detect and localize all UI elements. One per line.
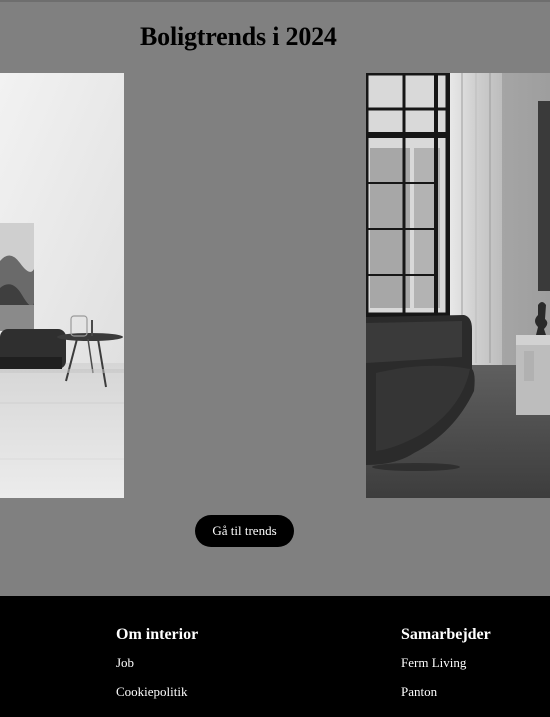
footer-link-job[interactable]: Job: [116, 655, 198, 670]
footer-column-partners: Samarbejder Ferm Living Panton: [401, 626, 491, 713]
footer: Om interior Job Cookiepolitik Samarbejde…: [0, 596, 550, 717]
footer-heading-about: Om interior: [116, 626, 199, 643]
footer-link-panton[interactable]: Panton: [401, 684, 491, 699]
footer-heading-partners: Samarbejder: [401, 626, 491, 643]
interior-photo-left[interactable]: [0, 73, 124, 498]
interior-photo-right-image: [366, 73, 550, 498]
footer-column-about: Om interior Job Cookiepolitik: [116, 626, 198, 713]
page-title: Boligtrends i 2024: [140, 22, 337, 51]
interior-photo-right[interactable]: [366, 73, 550, 498]
footer-link-ferm-living[interactable]: Ferm Living: [401, 655, 491, 670]
footer-link-cookie-policy[interactable]: Cookiepolitik: [116, 684, 198, 699]
interior-photo-left-image: [0, 73, 124, 498]
top-divider: [0, 0, 550, 2]
go-to-trends-button[interactable]: Gå til trends: [195, 515, 294, 547]
